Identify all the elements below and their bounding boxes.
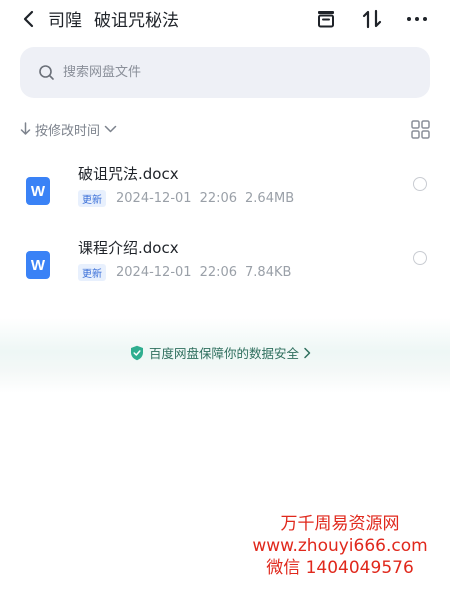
- safety-text: 百度网盘保障你的数据安全: [149, 346, 300, 361]
- grid-view-icon[interactable]: [411, 120, 430, 139]
- page-title: 司隍 破诅咒秘法: [48, 6, 179, 31]
- breadcrumb-parent[interactable]: 司隍: [48, 11, 82, 31]
- more-button[interactable]: [405, 7, 429, 31]
- sort-label: 按修改时间: [35, 123, 101, 139]
- file-size: 7.84KB: [245, 265, 292, 280]
- view-toggle-button[interactable]: [411, 120, 430, 139]
- more-icon[interactable]: [405, 7, 429, 31]
- file-row[interactable]: W 破诅咒法.docx 更新 2024-12-01 22:06 2.64MB: [0, 160, 450, 230]
- archive-button[interactable]: [314, 7, 338, 31]
- breadcrumb-current: 破诅咒秘法: [94, 11, 179, 31]
- file-size: 2.64MB: [245, 191, 295, 206]
- safety-link[interactable]: 百度网盘保障你的数据安全: [130, 343, 312, 362]
- file-date: 2024-12-01: [116, 191, 192, 206]
- file-date: 2024-12-01: [116, 265, 192, 280]
- file-name: 课程介绍.docx: [78, 239, 179, 257]
- sort-button[interactable]: [360, 7, 384, 31]
- status-badge: 更新: [78, 264, 106, 281]
- select-radio[interactable]: [413, 251, 427, 265]
- down-arrow-icon: [20, 122, 31, 135]
- file-name: 破诅咒法.docx: [78, 165, 179, 183]
- word-doc-icon: W: [26, 177, 50, 205]
- file-meta: 更新 2024-12-01 22:06 7.84KB: [78, 264, 291, 281]
- watermark-line: www.zhouyi666.com: [252, 536, 428, 556]
- back-button[interactable]: [18, 8, 38, 30]
- sort-selector[interactable]: 按修改时间: [20, 118, 117, 140]
- select-radio[interactable]: [413, 177, 427, 191]
- status-badge: 更新: [78, 190, 106, 207]
- search-icon: [39, 65, 54, 80]
- word-doc-icon: W: [26, 251, 50, 279]
- watermark-line: 万千周易资源网: [280, 514, 400, 534]
- file-time: 22:06: [199, 191, 238, 206]
- chevron-down-icon: [104, 125, 117, 133]
- sort-arrows-icon[interactable]: [361, 8, 383, 30]
- file-meta: 更新 2024-12-01 22:06 2.64MB: [78, 190, 294, 207]
- search-bar[interactable]: [20, 47, 430, 98]
- watermark: 万千周易资源网 www.zhouyi666.com 微信 1404049576: [230, 513, 450, 579]
- back-icon[interactable]: [22, 10, 34, 28]
- file-time: 22:06: [199, 265, 238, 280]
- top-bar: 司隍 破诅咒秘法: [0, 0, 450, 40]
- chevron-right-icon: [304, 347, 311, 358]
- watermark-line: 微信 1404049576: [266, 558, 414, 578]
- file-row[interactable]: W 课程介绍.docx 更新 2024-12-01 22:06 7.84KB: [0, 234, 450, 304]
- archive-box-icon[interactable]: [315, 8, 337, 30]
- shield-check-icon: [131, 345, 143, 360]
- search-input[interactable]: [63, 65, 393, 80]
